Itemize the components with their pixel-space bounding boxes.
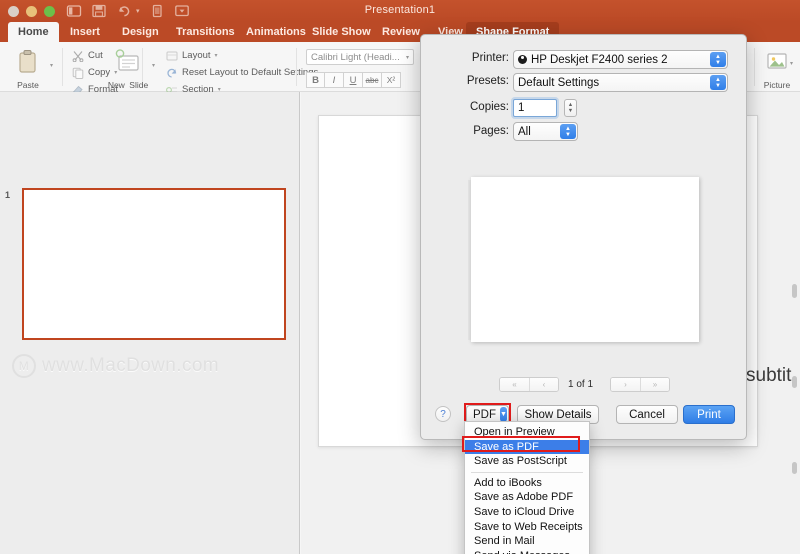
layout-icon	[166, 50, 178, 62]
picture-button[interactable]: Picture	[757, 47, 797, 93]
superscript-button[interactable]: X²	[382, 72, 401, 88]
picture-dropdown-caret[interactable]: ▾	[790, 60, 793, 67]
stepper-down-icon[interactable]: ▼	[568, 108, 573, 114]
menu-item-save-as-postscript[interactable]: Save as PostScript	[465, 454, 589, 469]
strikethrough-button[interactable]: abc	[363, 72, 382, 88]
menu-item-add-to-ibooks[interactable]: Add to iBooks	[465, 476, 589, 491]
page-count-label: 1 of 1	[568, 379, 594, 390]
scrollbar-thumb-c[interactable]	[792, 462, 797, 474]
menu-separator	[471, 471, 583, 473]
cut-button[interactable]: Cut	[72, 48, 103, 63]
pages-chevron-icon[interactable]: ▲ ▼	[560, 124, 576, 139]
pdf-chevron-down-icon[interactable]: ▼	[500, 407, 507, 422]
printer-status-icon	[518, 55, 527, 64]
pages-label-wrap: Pages:	[421, 125, 509, 137]
scrollbar-thumb-a[interactable]	[792, 284, 797, 298]
presets-chevron-icon[interactable]: ▲ ▼	[710, 75, 726, 90]
prev-page-button[interactable]: ‹	[529, 378, 558, 391]
layout-button[interactable]: Layout ▾	[166, 48, 218, 63]
slide-thumbnail-pane: 1 M www.MacDown.com	[0, 92, 300, 554]
pdf-button-label: PDF	[473, 408, 496, 421]
pages-select[interactable]: All ▲ ▼	[513, 122, 578, 141]
underline-button[interactable]: U	[344, 72, 363, 88]
first-page-button[interactable]: «	[500, 378, 529, 391]
menu-item-save-to-web-receipts[interactable]: Save to Web Receipts	[465, 520, 589, 535]
bold-button[interactable]: B	[306, 72, 325, 88]
copies-value: 1	[518, 102, 525, 114]
next-page-button[interactable]: ›	[611, 378, 640, 391]
cancel-button[interactable]: Cancel	[616, 405, 678, 424]
tab-transitions[interactable]: Transitions	[166, 22, 245, 42]
tab-design[interactable]: Design	[112, 22, 169, 42]
print-button[interactable]: Print	[683, 405, 735, 424]
menu-item-save-to-icloud[interactable]: Save to iCloud Drive	[465, 505, 589, 520]
presets-value: Default Settings	[518, 76, 600, 89]
tab-insert[interactable]: Insert	[60, 22, 110, 42]
copies-stepper[interactable]: ▲ ▼	[564, 99, 577, 117]
copy-icon	[72, 67, 84, 79]
font-dropdown-caret[interactable]: ▾	[406, 54, 409, 61]
page-nav-forward-group: › »	[610, 377, 670, 392]
font-name-value: Calibri Light (Headi...	[311, 51, 400, 63]
help-button[interactable]: ?	[435, 406, 451, 422]
reset-icon	[166, 67, 178, 79]
slide-thumbnail-1[interactable]	[22, 188, 286, 340]
canvas-scrollbar[interactable]	[792, 96, 797, 536]
reset-layout-label: Reset Layout to Default Settings	[182, 67, 319, 78]
title-bar: ▾ Presentation1	[0, 0, 800, 22]
new-slide-label-line2: Slide	[129, 80, 149, 90]
presets-select[interactable]: Default Settings ▲ ▼	[513, 73, 728, 92]
font-format-buttons: B I U abc X²	[306, 72, 401, 88]
italic-button[interactable]: I	[325, 72, 344, 88]
new-slide-button[interactable]: New Slide	[104, 47, 152, 93]
scissors-icon	[72, 50, 84, 62]
pages-value: All	[518, 125, 531, 138]
paste-button[interactable]: Paste	[6, 47, 50, 93]
macdown-logo-icon: M	[12, 354, 36, 378]
menu-item-save-as-pdf[interactable]: Save as PDF	[465, 439, 589, 455]
new-slide-icon	[104, 47, 152, 75]
menu-item-save-as-adobe-pdf[interactable]: Save as Adobe PDF	[465, 490, 589, 505]
layout-label: Layout	[182, 50, 211, 61]
printer-label: Printer:	[471, 52, 509, 64]
cut-label: Cut	[88, 50, 103, 61]
printer-label-wrap: Printer:	[421, 52, 509, 64]
slide-number-label: 1	[5, 190, 11, 200]
layout-dropdown-caret[interactable]: ▾	[215, 52, 218, 59]
picture-label: Picture	[763, 80, 791, 90]
pages-label: Pages:	[473, 125, 509, 137]
macdown-watermark: M www.MacDown.com	[12, 354, 219, 378]
subtitle-placeholder-text[interactable]: subtit	[746, 365, 791, 387]
tab-slide-show[interactable]: Slide Show	[302, 22, 381, 42]
menu-item-send-in-mail[interactable]: Send in Mail	[465, 534, 589, 549]
new-slide-label-line1: New	[107, 80, 125, 90]
window-title: Presentation1	[364, 4, 436, 16]
copies-label-wrap: Copies:	[421, 101, 509, 113]
printer-chevron-icon[interactable]: ▲ ▼	[710, 52, 726, 67]
print-dialog: Printer: HP Deskjet F2400 series 2 ▲ ▼ Pr…	[420, 34, 747, 440]
printer-value: HP Deskjet F2400 series 2	[531, 53, 668, 66]
printer-select[interactable]: HP Deskjet F2400 series 2 ▲ ▼	[513, 50, 728, 69]
tab-home[interactable]: Home	[8, 22, 59, 42]
ribbon-separator-4	[754, 48, 755, 86]
font-name-input[interactable]: Calibri Light (Headi... ▾	[306, 49, 414, 65]
copies-input[interactable]: 1	[513, 99, 557, 117]
ribbon-separator-1	[62, 48, 63, 86]
print-preview	[471, 177, 699, 342]
presets-label: Presets:	[466, 75, 509, 87]
paste-icon	[6, 47, 50, 75]
scrollbar-thumb-b[interactable]	[792, 376, 797, 388]
paste-label: Paste	[17, 80, 39, 90]
presets-label-wrap: Presets:	[421, 75, 509, 87]
ribbon-separator-3	[296, 48, 297, 86]
page-nav-back-group: « ‹	[499, 377, 559, 392]
last-page-button[interactable]: »	[640, 378, 669, 391]
copies-label: Copies:	[470, 101, 509, 113]
menu-item-send-via-messages[interactable]: Send via Messages	[465, 549, 589, 554]
watermark-text: www.MacDown.com	[42, 355, 220, 376]
new-slide-dropdown-caret[interactable]: ▾	[152, 62, 155, 69]
pdf-dropdown-menu: Open in Preview Save as PDF Save as Post…	[464, 421, 590, 554]
paste-dropdown-caret[interactable]: ▾	[50, 62, 53, 69]
menu-item-open-in-preview[interactable]: Open in Preview	[465, 425, 589, 440]
